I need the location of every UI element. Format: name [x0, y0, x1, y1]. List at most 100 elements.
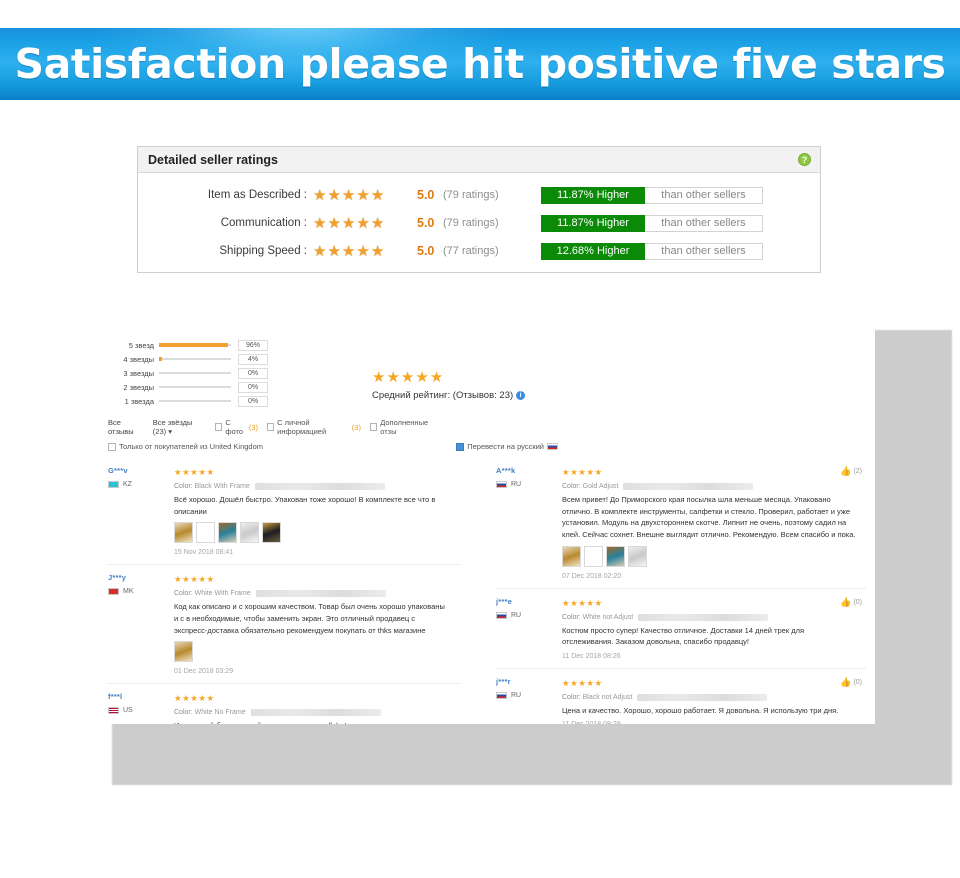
- star-icon: ★: [198, 467, 206, 477]
- star-icon: ★: [327, 214, 341, 232]
- star-icon: ★: [327, 242, 341, 260]
- review-username[interactable]: j***e: [496, 597, 556, 606]
- checkbox-icon[interactable]: [108, 442, 116, 451]
- star-icon: ★: [356, 186, 370, 204]
- review-helpful-count[interactable]: 👍 (0): [840, 597, 862, 608]
- filter-with-photo[interactable]: С фото (3): [215, 418, 258, 436]
- checkbox-icon[interactable]: [267, 423, 275, 431]
- ratings-list: Item as Described : ★ ★ ★ ★ ★ 5.0 (79 rating…: [138, 173, 820, 265]
- histogram-track: [159, 343, 231, 347]
- histogram-fill: [159, 357, 162, 361]
- histogram-percent: 0%: [238, 367, 268, 379]
- star-icon: ★: [370, 186, 385, 204]
- star-icon: ★: [594, 597, 603, 608]
- histogram-row: 3 звезды 0%: [108, 366, 268, 380]
- checkbox-icon[interactable]: [215, 423, 223, 431]
- filter-additional-reviews[interactable]: Дополненные отзы: [369, 418, 438, 436]
- star-icon: ★: [313, 186, 327, 204]
- review-filters-secondary: Только от покупателей из United Kingdom …: [108, 442, 558, 451]
- thumbs-up-icon[interactable]: 👍: [840, 597, 851, 608]
- filter-with-personal-info[interactable]: С личной информацией (3): [267, 418, 361, 436]
- review-text: Всем привет! До Приморского края посылка…: [562, 495, 856, 539]
- helpful-count-value: (2): [853, 468, 862, 475]
- filter-all-reviews[interactable]: Все отзывы: [108, 418, 144, 436]
- redacted-logistics-info: [254, 483, 385, 490]
- histogram-percent: 4%: [238, 353, 268, 365]
- review-user: G***v KZ: [108, 466, 168, 488]
- review-body: ★ ★ ★ ★ ★ Color: Black not Adjust Цена и кач…: [562, 676, 866, 724]
- review-helpful-count[interactable]: 👍 (0): [840, 677, 862, 688]
- review-thumbnail[interactable]: [628, 545, 647, 567]
- review-country: RU: [496, 611, 556, 619]
- review-thumbnail[interactable]: [240, 522, 259, 544]
- seller-rating-comparison: 11.87% Higher than other sellers: [541, 186, 763, 204]
- review-user: J***y MK: [108, 573, 168, 596]
- star-icon: ★: [182, 693, 190, 704]
- question-mark-icon[interactable]: ?: [798, 153, 811, 166]
- seller-rating-score: 5.0: [417, 244, 435, 258]
- review-thumbnail[interactable]: [262, 522, 281, 544]
- seller-rating-row: Shipping Speed : ★ ★ ★ ★ ★ 5.0 (77 ratings) …: [138, 237, 820, 265]
- country-code: MK: [123, 588, 134, 596]
- filter-only-uk-buyers[interactable]: Только от покупателей из United Kingdom: [108, 442, 263, 451]
- reviews-summary: 5 звезд 96% 4 звезды 4% 3 звезды 0% 2 зв…: [100, 318, 875, 451]
- review-thumbnail[interactable]: [174, 641, 193, 663]
- country-flag-icon: [496, 611, 507, 619]
- review-date: 15 Nov 2018 08:41: [174, 549, 234, 557]
- review-thumbnail[interactable]: [584, 545, 603, 567]
- review-username[interactable]: G***v: [108, 466, 168, 475]
- country-flag-icon: [108, 707, 119, 715]
- average-stars: ★ ★ ★ ★ ★: [372, 370, 525, 385]
- comparison-percent: 11.87% Higher: [541, 186, 645, 204]
- histogram-row: 5 звезд 96%: [108, 338, 268, 352]
- review-username[interactable]: A***k: [496, 466, 556, 475]
- info-icon[interactable]: i: [516, 391, 526, 400]
- star-icon: ★: [198, 574, 206, 585]
- review-item: A***k RU ★ ★ ★ ★ ★ Color: Gold Adjust Всем п…: [496, 458, 866, 589]
- thumbs-up-icon[interactable]: 👍: [840, 466, 851, 477]
- comparison-caption: than other sellers: [645, 186, 763, 204]
- seller-rating-label: Item as Described :: [207, 189, 307, 201]
- review-helpful-count[interactable]: 👍 (2): [840, 466, 862, 477]
- filter-only-uk-label: Только от покупателей из United Kingdom: [119, 442, 264, 451]
- filter-translate-to-russian[interactable]: Перевести на русский: [456, 442, 558, 451]
- star-icon: ★: [594, 467, 603, 477]
- card-header: Detailed seller ratings ?: [138, 147, 820, 173]
- seller-rating-stars: ★ ★ ★ ★ ★: [313, 188, 410, 203]
- histogram-percent: 96%: [238, 339, 268, 351]
- checkbox-checked-icon[interactable]: [456, 442, 465, 451]
- country-flag-icon: [496, 481, 507, 488]
- star-icon: ★: [190, 574, 198, 585]
- star-icon: ★: [341, 214, 356, 232]
- country-code: RU: [511, 481, 522, 488]
- filter-all-stars[interactable]: Все звёзды (23) ▾: [153, 418, 207, 436]
- histogram-label: 5 звезд: [128, 340, 154, 350]
- star-icon: ★: [206, 574, 215, 585]
- filter-additional-label: Дополненные отзы: [380, 418, 429, 436]
- review-thumbnail[interactable]: [606, 545, 625, 567]
- histogram-label: 2 звезды: [123, 382, 154, 392]
- review-thumbnail[interactable]: [196, 522, 215, 544]
- average-rating-block: ★ ★ ★ ★ ★ Средний рейтинг: (Отзывов: 23) i: [372, 370, 526, 401]
- country-flag-icon: [108, 588, 119, 596]
- redacted-logistics-info: [255, 590, 386, 598]
- review-username[interactable]: f***l: [108, 692, 168, 701]
- star-icon: ★: [313, 214, 327, 232]
- flag-ru-icon: [547, 443, 558, 450]
- country-code: RU: [511, 611, 522, 619]
- review-item: G***v KZ ★ ★ ★ ★ ★ Color: Black With Frame В…: [108, 458, 460, 566]
- review-country: MK: [108, 588, 168, 596]
- review-variant: Color: White No Frame: [174, 709, 450, 717]
- review-thumbnail[interactable]: [218, 522, 237, 544]
- review-stars: ★ ★ ★ ★ ★: [174, 691, 450, 706]
- review-username[interactable]: J***y: [108, 573, 168, 582]
- review-country: US: [108, 707, 168, 715]
- review-username[interactable]: j***r: [496, 677, 556, 686]
- star-icon: ★: [174, 574, 182, 585]
- review-thumbnail[interactable]: [562, 545, 581, 567]
- histogram-track: [159, 400, 231, 402]
- checkbox-icon[interactable]: [369, 423, 378, 431]
- review-thumbnail[interactable]: [174, 522, 193, 544]
- thumbs-up-icon[interactable]: 👍: [840, 677, 851, 688]
- star-icon: ★: [570, 677, 578, 688]
